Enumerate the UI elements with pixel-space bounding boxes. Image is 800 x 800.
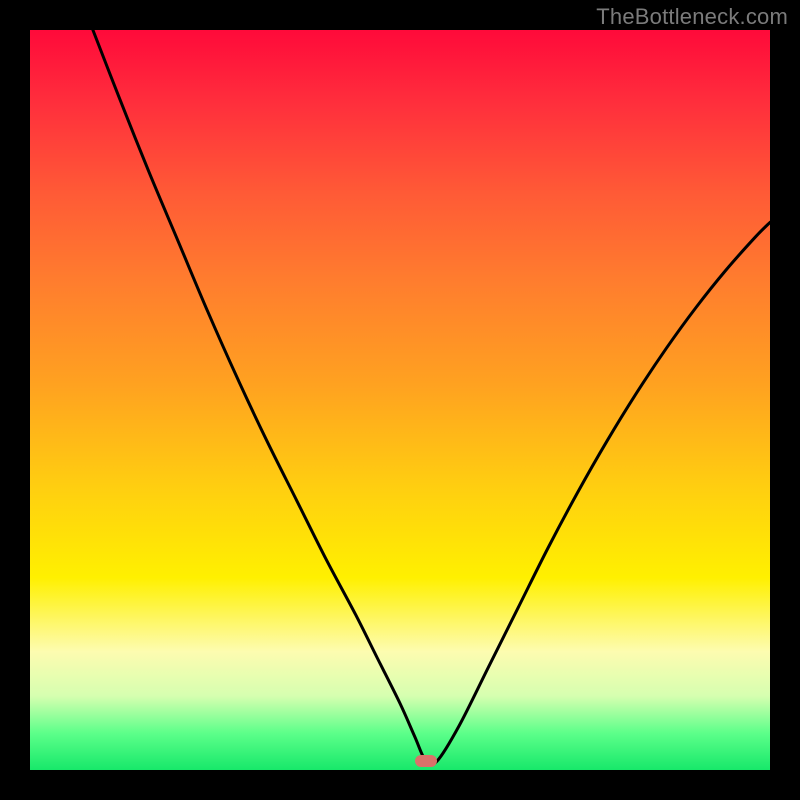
- chart-frame: TheBottleneck.com: [0, 0, 800, 800]
- optimal-marker: [415, 755, 437, 767]
- bottleneck-curve: [93, 30, 770, 765]
- watermark-text: TheBottleneck.com: [596, 4, 788, 30]
- curve-svg: [30, 30, 770, 770]
- plot-area: [30, 30, 770, 770]
